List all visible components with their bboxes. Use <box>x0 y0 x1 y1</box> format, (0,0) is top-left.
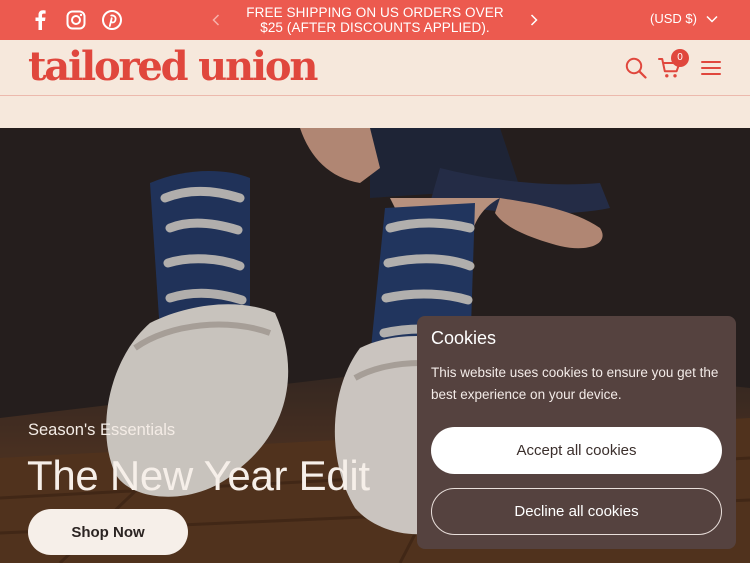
chevron-right-icon <box>530 14 538 26</box>
site-header: tailored union <box>0 40 750 96</box>
decline-cookies-button[interactable]: Decline all cookies <box>431 488 722 535</box>
logo[interactable]: tailored union <box>28 43 318 91</box>
announcement-text: FREE SHIPPING ON US ORDERS OVER $25 (AFT… <box>246 5 504 35</box>
pinterest-icon[interactable] <box>101 9 123 31</box>
currency-selector[interactable]: (USD $) <box>650 11 718 26</box>
cookie-consent-panel: Cookies This website uses cookies to ens… <box>417 316 736 549</box>
header-spacer <box>0 97 750 128</box>
search-icon[interactable] <box>624 56 648 80</box>
hero-title: The New Year Edit <box>27 452 370 499</box>
chevron-left-icon <box>212 14 220 26</box>
hero-subtitle: Season's Essentials <box>28 421 176 439</box>
shop-now-button[interactable]: Shop Now <box>28 509 188 555</box>
announcement-next-button[interactable] <box>524 10 544 30</box>
instagram-icon[interactable] <box>65 9 87 31</box>
chevron-down-icon <box>706 15 718 23</box>
menu-icon[interactable] <box>700 57 722 79</box>
cart-count-badge: 0 <box>671 49 689 67</box>
announcement-bar: FREE SHIPPING ON US ORDERS OVER $25 (AFT… <box>0 0 750 40</box>
cookie-description: This website uses cookies to ensure you … <box>431 365 719 402</box>
currency-label: (USD $) <box>650 11 697 26</box>
announcement-prev-button[interactable] <box>206 10 226 30</box>
accept-cookies-button[interactable]: Accept all cookies <box>431 427 722 474</box>
facebook-icon[interactable] <box>29 9 51 31</box>
cookie-title: Cookies <box>431 328 497 348</box>
